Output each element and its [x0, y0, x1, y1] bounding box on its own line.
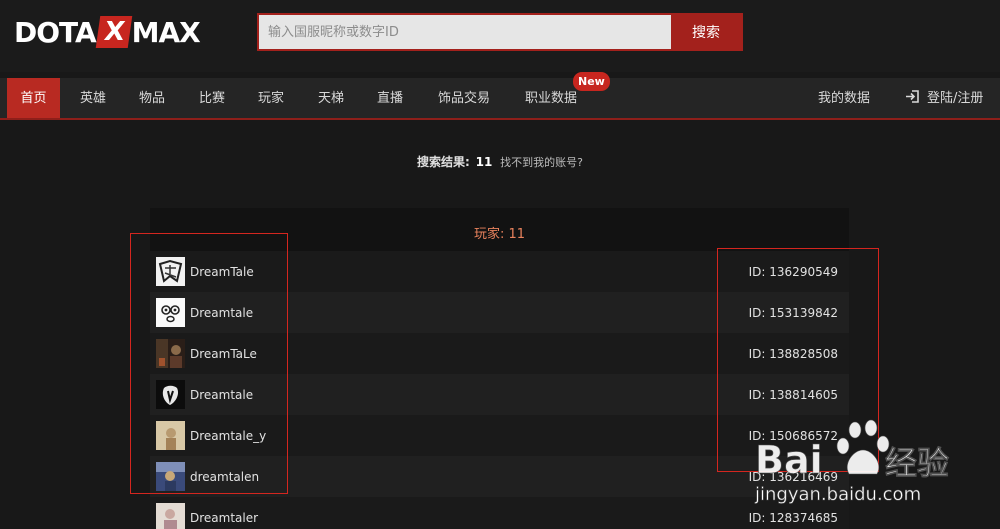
panel-title: 玩家: 11	[473, 227, 526, 242]
ornate-emblem-icon	[156, 257, 185, 286]
nav-items[interactable]: 物品	[139, 78, 165, 118]
player-name[interactable]: DreamTaLe	[190, 347, 257, 361]
login-label: 登陆/注册	[927, 91, 984, 106]
player-name[interactable]: Dreamtale	[190, 388, 253, 402]
dotamax-logo[interactable]: DOTA X MAX	[14, 12, 201, 52]
player-row[interactable]: dreamtalen ID: 136216469	[150, 456, 849, 497]
player-id: ID: 138828508	[748, 346, 838, 361]
watermark-brand-right: 经验	[885, 444, 949, 482]
player-name[interactable]: Dreamtale	[190, 306, 253, 320]
player-name[interactable]: dreamtalen	[190, 470, 259, 484]
player-id: ID: 150686572	[748, 428, 838, 443]
player-name[interactable]: Dreamtale_y	[190, 429, 266, 443]
player-id: ID: 128374685	[748, 510, 838, 525]
result-label: 搜索结果:	[416, 155, 470, 169]
nav-pro-data[interactable]: 职业数据	[525, 78, 577, 118]
player-row[interactable]: DreamTale ID: 136290549	[150, 251, 849, 292]
face-icon	[156, 298, 185, 327]
nav-heroes[interactable]: 英雄	[80, 78, 106, 118]
nav-players[interactable]: 玩家	[258, 78, 284, 118]
logo-x-mark: X	[95, 16, 132, 48]
top-bar: DOTA X MAX 搜索	[0, 0, 1000, 72]
player-row[interactable]: DreamTaLe ID: 138828508	[150, 333, 849, 374]
login-register-link[interactable]: 登陆/注册	[905, 78, 983, 118]
result-count: 11	[475, 155, 493, 169]
sepia-figure-icon	[156, 421, 185, 450]
black-white-silhouette-icon	[156, 380, 185, 409]
nav-live[interactable]: 直播	[377, 78, 403, 118]
player-row[interactable]: Dreamtale ID: 138814605	[150, 374, 849, 415]
player-name[interactable]: Dreamtaler	[190, 511, 258, 525]
nav-ladder[interactable]: 天梯	[318, 78, 344, 118]
player-id: ID: 136290549	[748, 264, 838, 279]
main-nav: 首页 英雄 物品 比赛 玩家 天梯 直播 饰品交易 职业数据 New 我的数据 …	[0, 72, 1000, 120]
player-row[interactable]: Dreamtaler ID: 128374685	[150, 497, 849, 529]
player-row[interactable]: Dreamtale_y ID: 150686572	[150, 415, 849, 456]
new-badge: New	[573, 72, 610, 91]
logo-text-right: MAX	[131, 15, 201, 49]
nav-my-data[interactable]: 我的数据	[818, 78, 870, 118]
blue-figure-icon	[156, 462, 185, 491]
pale-figure-icon	[156, 503, 185, 529]
search-bar: 搜索	[257, 13, 743, 51]
search-input[interactable]	[259, 15, 671, 49]
nav-home[interactable]: 首页	[7, 78, 60, 118]
player-row[interactable]: Dreamtale ID: 153139842	[150, 292, 849, 333]
player-id: ID: 136216469	[748, 469, 838, 484]
nav-matches[interactable]: 比赛	[199, 78, 225, 118]
player-name[interactable]: DreamTale	[190, 265, 254, 279]
player-results-panel: 玩家: 11 DreamTale ID: 136290549 Dreamtale…	[150, 208, 849, 529]
player-id: ID: 138814605	[748, 387, 838, 402]
logo-text-left: DOTA	[14, 15, 97, 49]
nav-item-trading[interactable]: 饰品交易	[438, 78, 490, 118]
dark-scene-icon	[156, 339, 185, 368]
search-summary: 搜索结果: 11 找不到我的账号?	[0, 153, 1000, 170]
login-icon	[906, 90, 919, 103]
search-button[interactable]: 搜索	[671, 15, 741, 49]
player-id: ID: 153139842	[748, 305, 838, 320]
account-not-found-link[interactable]: 找不到我的账号?	[500, 156, 583, 169]
